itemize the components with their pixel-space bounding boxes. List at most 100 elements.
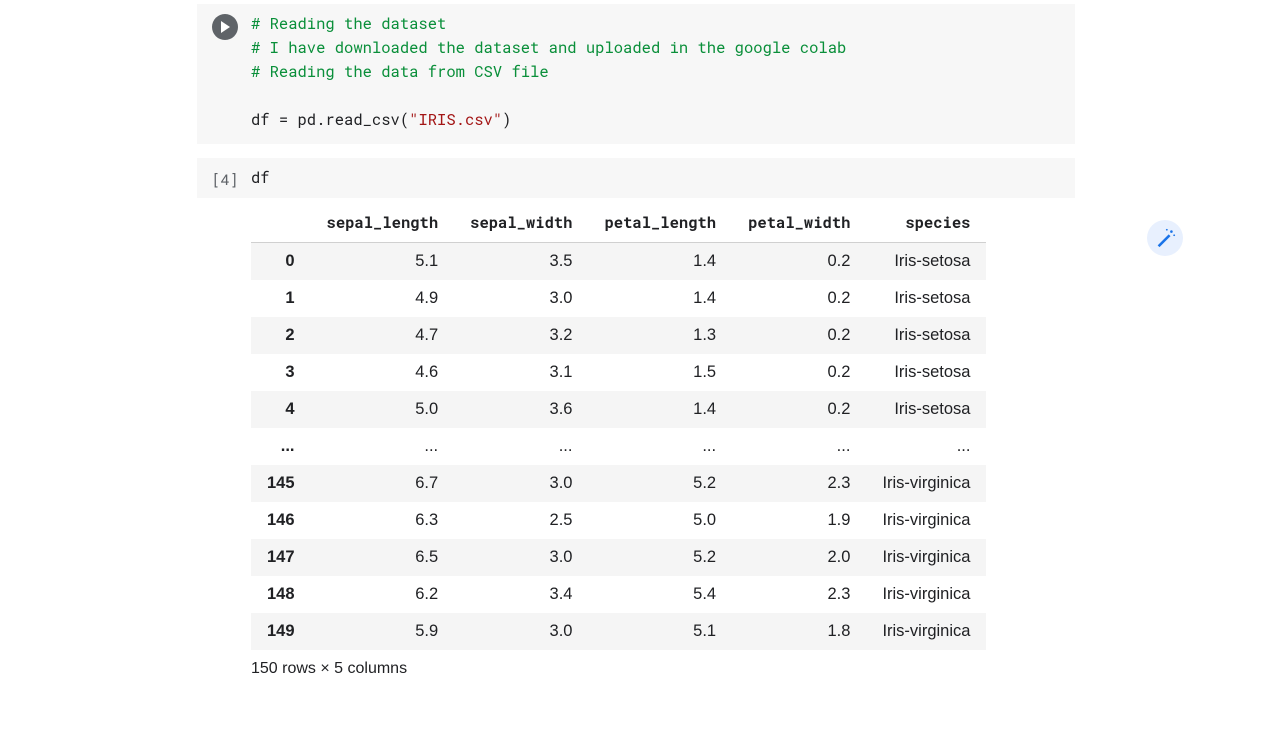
cell-value: 1.3	[588, 317, 732, 354]
row-index: 145	[251, 465, 311, 502]
cell-value: 3.1	[454, 354, 588, 391]
code-text: df	[251, 168, 270, 188]
cell-value: 1.4	[588, 280, 732, 317]
index-header	[251, 204, 311, 243]
table-row: 34.63.11.50.2Iris-setosa	[251, 354, 986, 391]
cell-value: Iris-setosa	[866, 354, 986, 391]
cell-value: Iris-setosa	[866, 317, 986, 354]
cell-value: 5.2	[588, 465, 732, 502]
cell-value: 0.2	[732, 280, 866, 317]
cell-value: 2.3	[732, 465, 866, 502]
wand-icon	[1154, 227, 1176, 249]
cell-value: Iris-virginica	[866, 613, 986, 650]
table-row: 1456.73.05.22.3Iris-virginica	[251, 465, 986, 502]
cell-value: ...	[311, 428, 455, 465]
code-editor[interactable]: # Reading the dataset # I have downloade…	[245, 12, 846, 132]
table-row: 1466.32.55.01.9Iris-virginica	[251, 502, 986, 539]
cell-value: 1.8	[732, 613, 866, 650]
cell-value: 1.5	[588, 354, 732, 391]
code-comment: # I have downloaded the dataset and uplo…	[251, 38, 846, 58]
code-comment: # Reading the dataset	[251, 14, 446, 34]
table-row: 1486.23.45.42.3Iris-virginica	[251, 576, 986, 613]
cell-value: 0.2	[732, 243, 866, 281]
cell-value: Iris-virginica	[866, 465, 986, 502]
code-comment: # Reading the data from CSV file	[251, 62, 549, 82]
cell-value: 6.3	[311, 502, 455, 539]
cell-value: ...	[588, 428, 732, 465]
code-editor[interactable]: df	[245, 166, 270, 190]
col-header: sepal_width	[454, 204, 588, 243]
cell-value: Iris-virginica	[866, 539, 986, 576]
dataframe-table: sepal_length sepal_width petal_length pe…	[251, 204, 986, 650]
cell-value: 5.4	[588, 576, 732, 613]
table-row: ..................	[251, 428, 986, 465]
cell-value: 3.0	[454, 539, 588, 576]
cell-value: 1.4	[588, 391, 732, 428]
cell-value: 6.5	[311, 539, 455, 576]
cell-value: 0.2	[732, 354, 866, 391]
row-index: 1	[251, 280, 311, 317]
cell-value: 5.9	[311, 613, 455, 650]
col-header: species	[866, 204, 986, 243]
run-cell-button[interactable]	[212, 14, 238, 40]
cell-value: 5.0	[588, 502, 732, 539]
cell-value: 3.0	[454, 613, 588, 650]
row-index: 148	[251, 576, 311, 613]
cell-value: Iris-setosa	[866, 391, 986, 428]
cell-value: 2.3	[732, 576, 866, 613]
row-index: 147	[251, 539, 311, 576]
output-area: sepal_length sepal_width petal_length pe…	[197, 204, 1075, 678]
table-row: 14.93.01.40.2Iris-setosa	[251, 280, 986, 317]
magic-wand-button[interactable]	[1147, 220, 1183, 256]
cell-value: 0.2	[732, 391, 866, 428]
col-header: petal_length	[588, 204, 732, 243]
cell-value: 5.2	[588, 539, 732, 576]
cell-value: 5.1	[311, 243, 455, 281]
row-index: 0	[251, 243, 311, 281]
table-row: 05.13.51.40.2Iris-setosa	[251, 243, 986, 281]
cell-value: 2.5	[454, 502, 588, 539]
col-header: petal_width	[732, 204, 866, 243]
cell-value: ...	[732, 428, 866, 465]
cell-gutter	[205, 12, 245, 40]
cell-value: 6.7	[311, 465, 455, 502]
cell-value: 4.7	[311, 317, 455, 354]
code-text: df = pd.read_csv(	[251, 110, 409, 130]
play-icon	[218, 20, 232, 34]
cell-value: 5.1	[588, 613, 732, 650]
cell-value: 4.9	[311, 280, 455, 317]
cell-value: Iris-virginica	[866, 576, 986, 613]
cell-value: Iris-setosa	[866, 280, 986, 317]
col-header: sepal_length	[311, 204, 455, 243]
row-index: ...	[251, 428, 311, 465]
code-cell-df: [4] df	[197, 158, 1075, 198]
cell-value: 3.4	[454, 576, 588, 613]
cell-value: ...	[454, 428, 588, 465]
code-cell-read-csv: # Reading the dataset # I have downloade…	[197, 4, 1075, 144]
cell-value: 4.6	[311, 354, 455, 391]
code-text: )	[502, 110, 511, 130]
cell-value: 0.2	[732, 317, 866, 354]
cell-value: 3.6	[454, 391, 588, 428]
cell-value: 6.2	[311, 576, 455, 613]
row-index: 146	[251, 502, 311, 539]
table-row: 45.03.61.40.2Iris-setosa	[251, 391, 986, 428]
cell-value: Iris-setosa	[866, 243, 986, 281]
cell-value: 3.0	[454, 280, 588, 317]
table-header-row: sepal_length sepal_width petal_length pe…	[251, 204, 986, 243]
cell-value: 3.2	[454, 317, 588, 354]
execution-count: [4]	[211, 168, 238, 190]
dataframe-summary: 150 rows × 5 columns	[251, 660, 1075, 678]
cell-value: ...	[866, 428, 986, 465]
row-index: 4	[251, 391, 311, 428]
cell-value: Iris-virginica	[866, 502, 986, 539]
row-index: 149	[251, 613, 311, 650]
cell-value: 3.5	[454, 243, 588, 281]
table-row: 24.73.21.30.2Iris-setosa	[251, 317, 986, 354]
code-string: "IRIS.csv"	[409, 110, 502, 130]
cell-value: 1.4	[588, 243, 732, 281]
table-row: 1476.53.05.22.0Iris-virginica	[251, 539, 986, 576]
cell-gutter: [4]	[205, 166, 245, 190]
cell-value: 2.0	[732, 539, 866, 576]
row-index: 2	[251, 317, 311, 354]
